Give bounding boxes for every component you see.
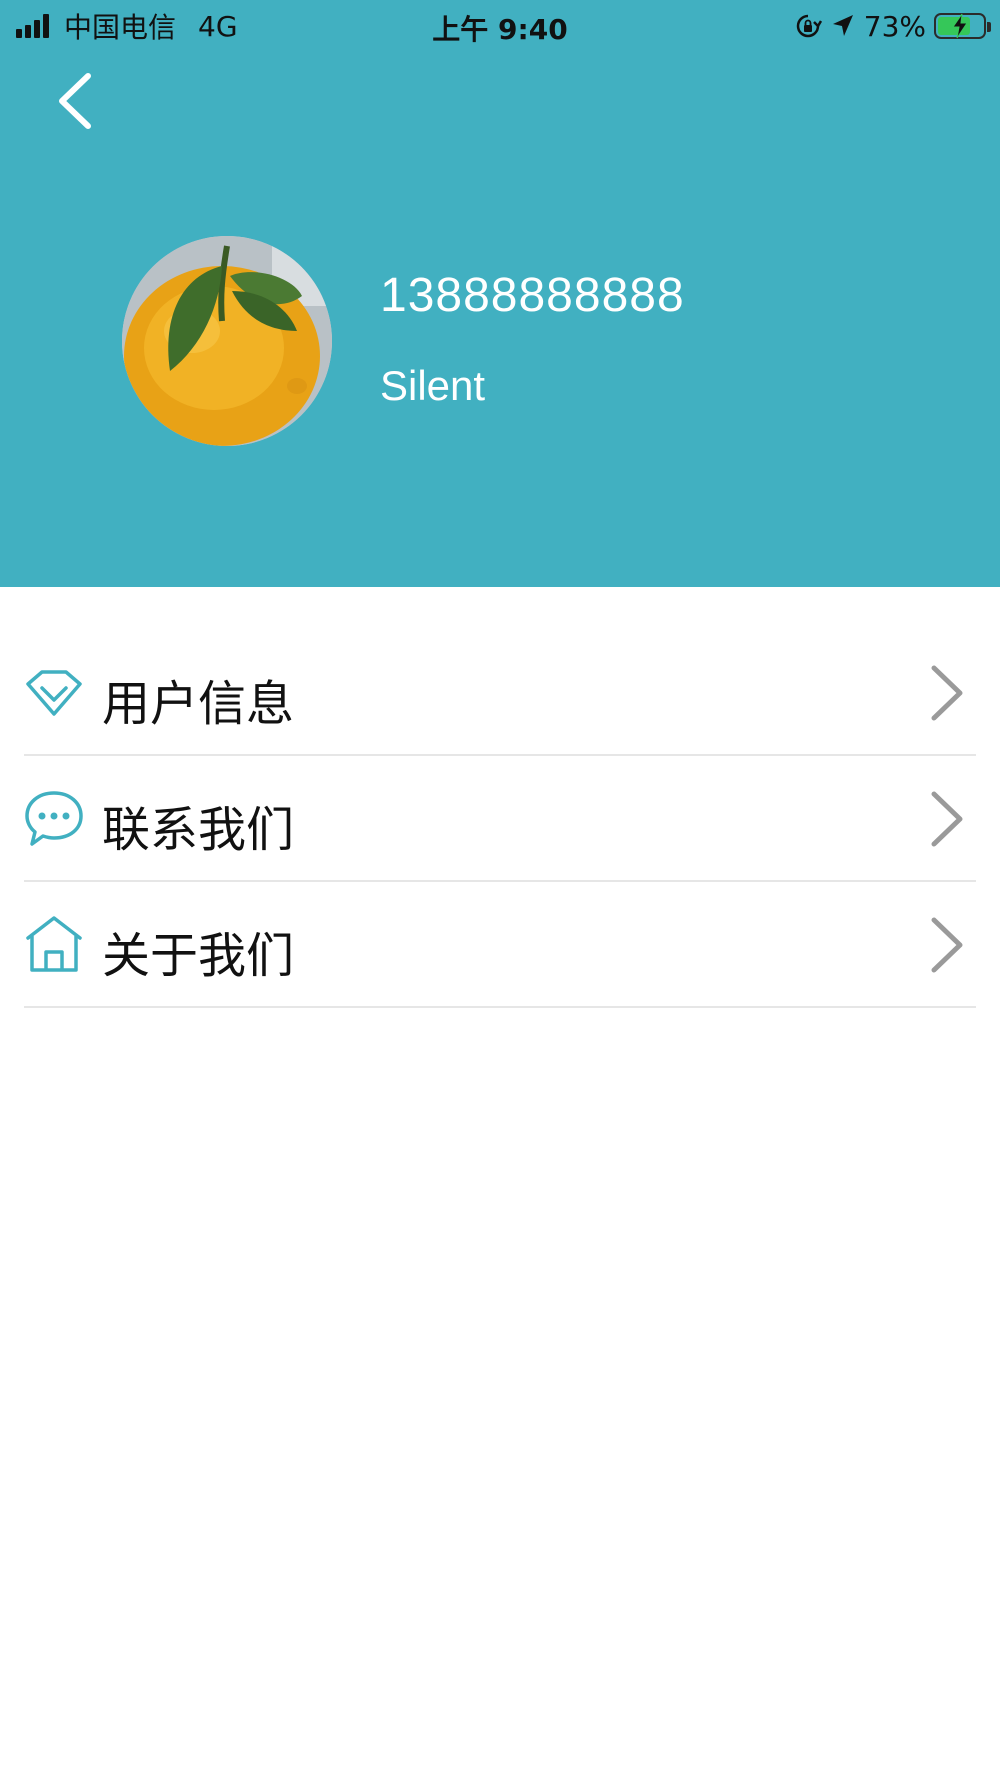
chat-bubble-icon	[25, 791, 83, 846]
battery-icon	[934, 13, 991, 39]
battery-percent: 73%	[863, 9, 926, 43]
avatar[interactable]	[122, 236, 332, 446]
menu-item-contact-us[interactable]: 联系我们	[24, 756, 976, 882]
settings-menu: 用户信息 联系我们 关于我们	[24, 630, 976, 1008]
location-arrow-icon	[832, 15, 853, 36]
chevron-right-icon	[931, 791, 963, 847]
menu-item-label: 关于我们	[102, 928, 295, 984]
charging-bolt-icon	[952, 13, 968, 39]
menu-item-label: 用户信息	[102, 676, 295, 732]
profile-header: 中国电信 4G 上午 9:40 73% 13888888888 Silent	[0, 0, 1000, 587]
status-right: 73%	[794, 8, 991, 44]
back-button[interactable]	[50, 70, 100, 132]
orientation-lock-icon	[796, 14, 822, 38]
chevron-right-icon	[931, 665, 963, 721]
menu-item-label: 联系我们	[102, 802, 295, 858]
orange-avatar	[122, 236, 332, 446]
chevron-right-icon	[931, 917, 963, 973]
user-nickname: Silent	[380, 362, 486, 409]
phone-number: 13888888888	[380, 269, 685, 322]
status-bar: 中国电信 4G 上午 9:40 73%	[0, 0, 1000, 52]
menu-item-user-info[interactable]: 用户信息	[24, 630, 976, 756]
menu-item-about-us[interactable]: 关于我们	[24, 882, 976, 1008]
chevron-left-icon	[59, 73, 91, 129]
diamond-icon	[26, 670, 82, 716]
home-icon	[26, 916, 82, 972]
battery-cap	[987, 22, 991, 32]
